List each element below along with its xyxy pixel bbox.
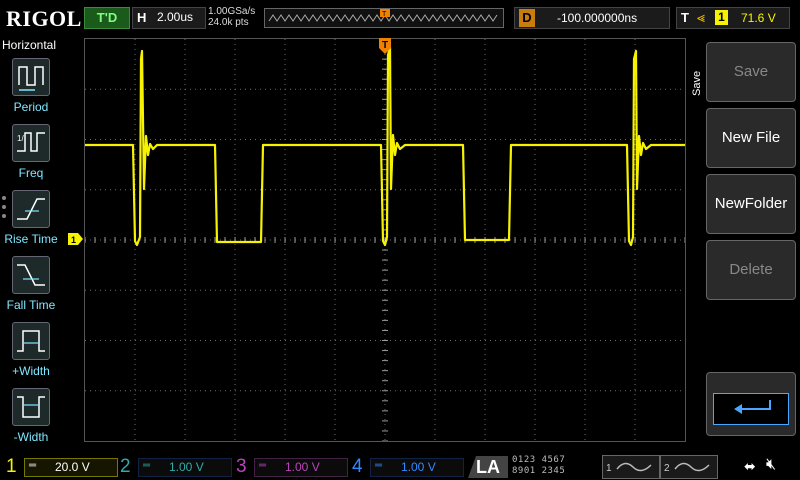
svg-text:T: T <box>382 11 387 18</box>
memory-waveform-icon: T <box>268 9 498 22</box>
trigger-key: T <box>681 10 689 25</box>
la-channel-bits-row2: 8901 2345 <box>512 466 566 476</box>
ch1-offset-marker[interactable]: 1 <box>68 233 84 245</box>
menu-item-minus-width[interactable]: -Width <box>0 386 62 450</box>
menu-item-label: -Width <box>13 430 49 444</box>
sine-wave-icon <box>674 462 710 472</box>
dc-coupling-icon: ═ <box>29 460 37 471</box>
channel-number: 2 <box>120 456 131 477</box>
rise-time-icon <box>12 190 50 228</box>
menu-item-label: Rise Time <box>4 232 58 246</box>
memory-overview-bar: T <box>264 8 504 28</box>
brand-logo: RIGOL <box>6 6 82 31</box>
channel-number: 3 <box>236 456 247 477</box>
channel-scale: 20.0 V <box>55 460 90 474</box>
period-icon <box>12 58 50 96</box>
back-button[interactable] <box>706 372 796 436</box>
new-file-button[interactable]: New File <box>706 108 796 168</box>
channel-scale: 1.00 V <box>285 460 320 474</box>
trigger-position-marker[interactable]: T <box>379 38 393 58</box>
rising-edge-icon: ⪡ <box>697 9 705 25</box>
ch1-waveform <box>85 45 685 247</box>
menu-item-label: Freq <box>18 166 44 180</box>
channel-number: 4 <box>352 456 363 477</box>
new-folder-button[interactable]: NewFolder <box>706 174 796 234</box>
generator-1-button[interactable]: 1 <box>602 455 660 479</box>
plus-width-icon <box>12 322 50 360</box>
channel-1-status[interactable]: 1 ═ 20.0 V <box>6 456 118 478</box>
menu-item-plus-width[interactable]: +Width <box>0 320 62 384</box>
horizontal-timebase-box[interactable]: H 2.00us <box>132 7 206 29</box>
run-state-badge[interactable]: T'D <box>84 7 130 29</box>
channel-number: 1 <box>6 456 17 477</box>
menu-item-label: Period <box>13 100 49 114</box>
generator-number: 1 <box>606 463 612 474</box>
trigger-box[interactable]: T ⪡ 1 71.6 V <box>676 7 790 29</box>
menu-item-freq[interactable]: 1/ Freq <box>0 122 62 186</box>
channel-4-status[interactable]: 4 ═ 1.00 V <box>352 456 464 478</box>
delete-button[interactable]: Delete <box>706 240 796 300</box>
trigger-marker-label: T <box>382 40 388 51</box>
trigger-level: 71.6 V <box>741 11 776 25</box>
minus-width-icon <box>12 388 50 426</box>
sine-wave-icon <box>616 462 652 472</box>
delay-box[interactable]: D -100.000000ns <box>514 7 670 29</box>
channel-3-status[interactable]: 3 ═ 1.00 V <box>236 456 348 478</box>
dc-coupling-icon: ═ <box>143 460 151 471</box>
menu-item-fall-time[interactable]: Fall Time <box>0 254 62 318</box>
ch1-marker-label: 1 <box>71 235 76 245</box>
dc-coupling-icon: ═ <box>259 460 267 471</box>
return-arrow-icon <box>713 393 789 425</box>
svg-text:1/: 1/ <box>17 134 24 143</box>
save-button[interactable]: Save <box>706 42 796 102</box>
freq-icon: 1/ <box>12 124 50 162</box>
trigger-source: 1 <box>715 10 728 25</box>
generator-number: 2 <box>664 463 670 474</box>
channel-scale: 1.00 V <box>401 460 436 474</box>
generator-2-button[interactable]: 2 <box>660 455 718 479</box>
right-menu-title: Save <box>691 70 703 96</box>
dc-coupling-icon: ═ <box>375 460 383 471</box>
menu-item-label: +Width <box>12 364 50 378</box>
usb-icon: ⬌ <box>744 458 756 474</box>
horizontal-key: H <box>137 10 147 25</box>
waveform-display[interactable] <box>84 38 686 442</box>
la-channel-bits-row1: 0123 4567 <box>512 455 566 465</box>
menu-item-label: Fall Time <box>6 298 56 312</box>
memory-depth: 24.0k pts <box>208 17 249 28</box>
acquisition-info: 1.00GSa/s 24.0k pts <box>208 6 255 28</box>
fall-time-icon <box>12 256 50 294</box>
delay-value: -100.000000ns <box>557 11 638 25</box>
channel-2-status[interactable]: 2 ═ 1.00 V <box>120 456 232 478</box>
delay-key: D <box>519 9 535 27</box>
muted-speaker-icon[interactable]: 🔇︎ <box>766 456 776 474</box>
channel-scale: 1.00 V <box>169 460 204 474</box>
timebase-value: 2.00us <box>157 10 194 24</box>
left-menu-title: Horizontal <box>2 38 57 52</box>
menu-item-rise-time[interactable]: Rise Time <box>0 188 62 252</box>
sample-rate: 1.00GSa/s <box>208 6 256 17</box>
graticule <box>85 39 685 441</box>
menu-item-period[interactable]: Period <box>0 56 62 120</box>
